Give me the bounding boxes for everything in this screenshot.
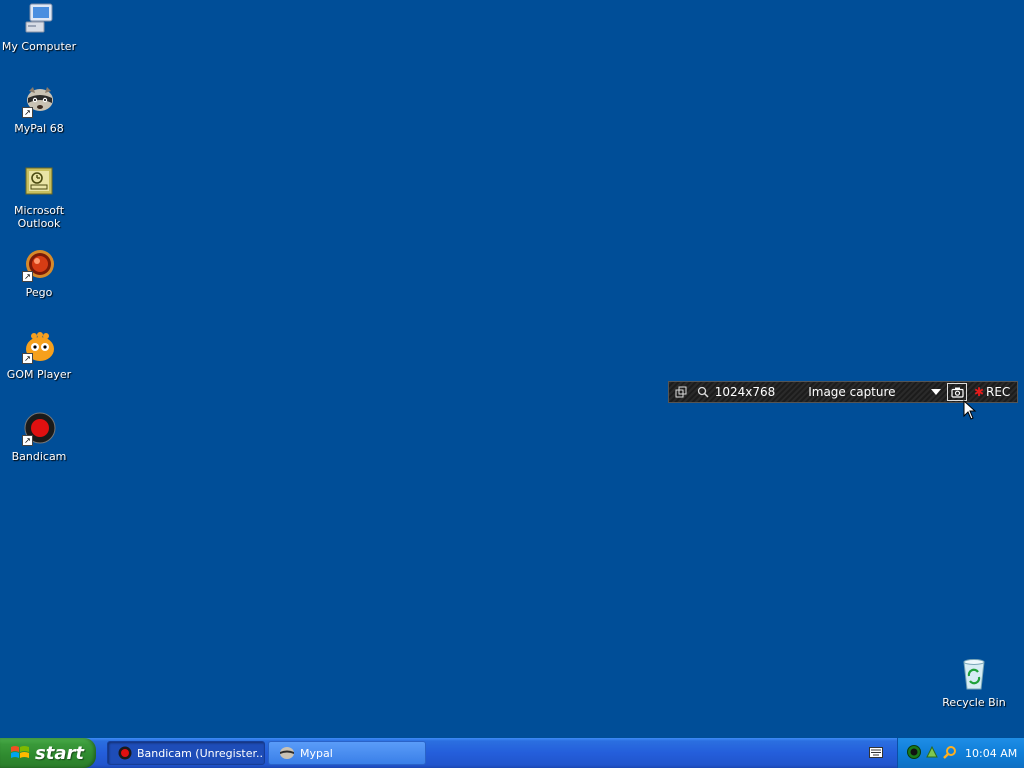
mypal-raccoon-icon: ↗ xyxy=(22,84,56,118)
shortcut-arrow-icon: ↗ xyxy=(22,271,33,282)
capture-mode-label[interactable]: Image capture xyxy=(806,385,927,399)
taskbar-item-mypal[interactable]: Mypal xyxy=(268,741,426,765)
mouse-cursor-icon xyxy=(963,400,977,420)
mypal-raccoon-icon xyxy=(280,747,294,759)
desktop-icon-label: Recycle Bin xyxy=(942,696,1006,709)
system-tray: 10:04 AM xyxy=(897,738,1024,768)
start-label: start xyxy=(35,742,84,764)
window-mode-icon[interactable] xyxy=(669,386,693,398)
capture-resolution: 1024x768 xyxy=(714,385,776,399)
search-icon[interactable] xyxy=(693,386,713,398)
shortcut-arrow-icon: ↗ xyxy=(22,435,33,446)
tray-bandicam-icon[interactable] xyxy=(907,744,921,762)
start-button[interactable]: start xyxy=(0,738,96,768)
desktop-icon-label: My Computer xyxy=(1,40,77,53)
taskbar-item-label: Bandicam (Unregister... xyxy=(137,746,265,760)
chevron-down-icon[interactable] xyxy=(928,389,946,395)
outlook-icon xyxy=(22,166,56,200)
desktop-icon-pego[interactable]: ↗ Pego xyxy=(0,248,78,299)
desktop-icon-bandicam[interactable]: ↗ Bandicam xyxy=(0,412,78,463)
shortcut-arrow-icon: ↗ xyxy=(22,107,33,118)
desktop-icon-label: Bandicam xyxy=(11,450,67,463)
desktop-icon-outlook[interactable]: Microsoft Outlook xyxy=(0,166,78,230)
bandicam-icon xyxy=(118,746,132,760)
windows-logo-icon xyxy=(11,746,29,758)
tray-search-icon[interactable] xyxy=(943,745,957,762)
desktop-icon-mypal[interactable]: ↗ MyPal 68 xyxy=(0,84,78,135)
taskbar-item-bandicam[interactable]: Bandicam (Unregister... xyxy=(107,741,265,765)
recycle-bin-icon xyxy=(957,658,991,692)
shortcut-arrow-icon: ↗ xyxy=(22,353,33,364)
taskbar: start Bandicam (Unregister... Mypal 10:0… xyxy=(0,738,1024,768)
camera-icon xyxy=(951,387,964,398)
bandicam-icon: ↗ xyxy=(22,412,56,446)
computer-icon xyxy=(22,2,56,36)
desktop-icon-recycle-bin[interactable]: Recycle Bin xyxy=(935,658,1013,709)
gom-player-icon: ↗ xyxy=(22,330,56,364)
clock[interactable]: 10:04 AM xyxy=(965,747,1017,760)
desktop-icon-label: Pego xyxy=(25,286,53,299)
rec-label: REC xyxy=(986,385,1011,399)
rec-button[interactable]: ✱ REC xyxy=(967,385,1017,399)
tray-network-icon[interactable] xyxy=(925,745,939,762)
taskbar-item-label: Mypal xyxy=(300,746,333,760)
record-dot-icon: ✱ xyxy=(973,385,985,399)
desktop-icon-label: MyPal 68 xyxy=(14,122,64,135)
desktop-icon-label: GOM Player xyxy=(6,368,72,381)
desktop-icon-label: Microsoft Outlook xyxy=(13,204,65,230)
pego-icon: ↗ xyxy=(22,248,56,282)
desktop[interactable]: My Computer ↗ MyPal 68 Microsoft Outlook… xyxy=(0,0,1024,738)
camera-capture-button[interactable] xyxy=(947,383,968,401)
desktop-icon-gom-player[interactable]: ↗ GOM Player xyxy=(0,330,78,381)
keyboard-icon[interactable] xyxy=(869,747,883,761)
desktop-icon-my-computer[interactable]: My Computer xyxy=(0,2,78,53)
